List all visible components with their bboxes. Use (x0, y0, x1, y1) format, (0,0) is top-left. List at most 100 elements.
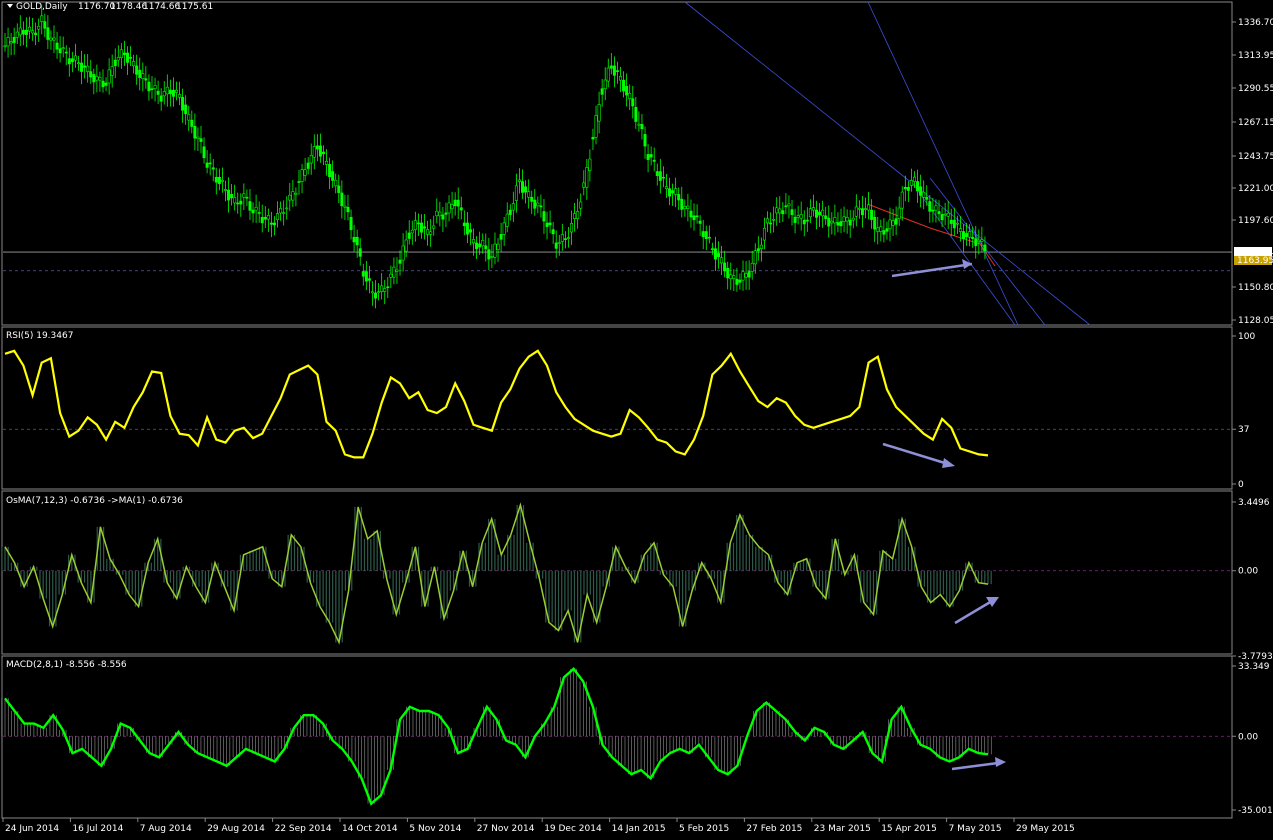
candle-body (545, 222, 549, 227)
candle-body (349, 216, 353, 231)
candle-body (808, 208, 812, 218)
candle-body (325, 161, 329, 165)
chart-container[interactable]: GOLD,Daily 1176.70 1178.46 1174.66 1175.… (0, 0, 1273, 836)
osma-tick-label: 0.00 (1238, 567, 1258, 577)
candle-body (594, 115, 598, 138)
candle-body (190, 119, 194, 127)
candle-body (260, 216, 264, 224)
candle-body (416, 222, 420, 225)
candle-body (735, 278, 739, 285)
candle-body (857, 207, 861, 210)
candle-body (423, 226, 427, 229)
candle-body (432, 225, 436, 229)
candle-body (704, 231, 708, 239)
candle-body (468, 229, 472, 233)
candle-body (282, 212, 286, 214)
candle-body (713, 248, 717, 260)
rsi-label: RSI(5) 19.3467 (6, 331, 73, 341)
candle-body (517, 179, 521, 182)
candle-body (906, 186, 910, 191)
candle-body (199, 138, 203, 142)
candle-body (444, 212, 448, 215)
candle-body (465, 222, 469, 235)
candle-body (456, 199, 460, 207)
macd-tick-label: 33.349 (1238, 662, 1270, 672)
candle-body (113, 59, 117, 67)
candle-body (943, 213, 947, 216)
symbol-label: GOLD,Daily (16, 2, 68, 12)
candle-body (49, 37, 53, 41)
candle-body (692, 215, 696, 221)
candle-body (377, 291, 381, 293)
candle-body (952, 219, 956, 229)
candle-body (762, 227, 766, 241)
candle-body (916, 181, 920, 192)
candle-body (73, 55, 77, 61)
candle-body (419, 222, 423, 233)
candle-body (579, 201, 583, 209)
candle-body (894, 218, 898, 225)
price-tick-label: 1313.95 (1238, 51, 1273, 61)
candle-body (441, 214, 445, 220)
candle-body (766, 218, 770, 224)
candle-body (76, 62, 80, 65)
candle-body (83, 65, 87, 68)
candle-body (242, 193, 246, 198)
candle-body (643, 134, 647, 147)
candle-body (873, 216, 877, 230)
candle-body (364, 271, 368, 282)
candle-body (236, 202, 240, 205)
candle-body (404, 239, 408, 252)
candle-body (162, 91, 166, 97)
price-tick-label: 1197.60 (1238, 216, 1273, 226)
candle-body (211, 167, 215, 170)
candle-body (585, 167, 589, 188)
candle-body (573, 213, 577, 219)
candle-body (217, 176, 221, 184)
candle-body (934, 205, 938, 211)
trading-chart[interactable]: GOLD,Daily 1176.70 1178.46 1174.66 1175.… (0, 0, 1273, 836)
price-tick-label: 1290.55 (1238, 84, 1273, 94)
candle-body (159, 95, 163, 102)
candle-body (15, 31, 19, 38)
candle-body (450, 204, 454, 209)
x-tick-label: 14 Jan 2015 (612, 824, 666, 834)
candle-body (472, 239, 476, 244)
candle-body (799, 214, 803, 219)
rsi-tick-label: 100 (1238, 332, 1255, 342)
candle-body (787, 203, 791, 207)
candle-body (968, 231, 972, 238)
candle-body (263, 216, 267, 220)
candle-body (21, 29, 25, 35)
candle-body (646, 154, 650, 160)
price-tick-label: 1336.70 (1238, 18, 1273, 28)
candle-body (156, 90, 160, 95)
candle-body (165, 86, 169, 95)
candle-body (132, 61, 136, 67)
candle-body (756, 248, 760, 252)
candle-body (839, 221, 843, 227)
candle-body (392, 266, 396, 278)
candle-body (119, 49, 123, 59)
candle-body (983, 244, 987, 252)
candle-body (6, 37, 10, 47)
candle-body (18, 27, 22, 36)
candle-body (793, 216, 797, 223)
candle-body (168, 89, 172, 95)
candle-body (781, 210, 785, 215)
x-tick-label: 16 Jul 2014 (72, 824, 123, 834)
candle-body (343, 205, 347, 208)
candle-body (374, 292, 378, 299)
candle-body (717, 253, 721, 258)
candle-body (490, 256, 494, 258)
price-tick-label: 1221.00 (1238, 184, 1273, 194)
x-tick-label: 19 Dec 2014 (544, 824, 602, 834)
candle-body (24, 29, 28, 35)
candle-body (95, 75, 99, 81)
candle-body (208, 162, 212, 165)
candle-body (962, 231, 966, 239)
candle-body (753, 250, 757, 265)
candle-body (591, 136, 595, 140)
candle-body (686, 205, 690, 209)
candle-body (729, 274, 733, 279)
